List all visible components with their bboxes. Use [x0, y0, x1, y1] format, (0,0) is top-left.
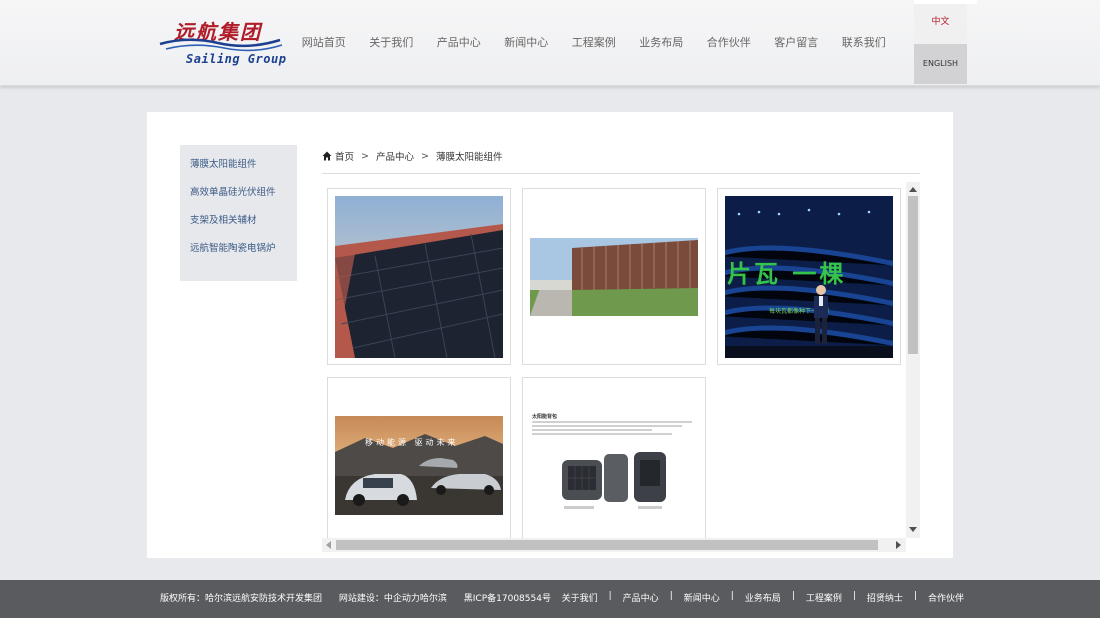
icp-text[interactable]: 黑ICP备17008554号: [464, 594, 551, 604]
scroll-up-arrow-icon[interactable]: [909, 187, 917, 192]
nav-about[interactable]: 关于我们: [358, 33, 426, 53]
footer-separator: |: [913, 591, 917, 601]
footer-separator: |: [791, 591, 795, 601]
breadcrumb-current: 薄膜太阳能组件: [435, 152, 503, 163]
product-image-electric-cars: 移动能源 驱动未来: [335, 416, 503, 515]
home-icon: [322, 151, 332, 161]
footer-link-products[interactable]: 产品中心: [623, 591, 659, 604]
breadcrumb-separator: >: [421, 150, 429, 162]
sidebar-item-brackets[interactable]: 支架及相关辅材: [180, 211, 297, 239]
lang-chinese-button[interactable]: 中文: [914, 4, 967, 44]
nav-partners[interactable]: 合作伙伴: [695, 33, 763, 53]
footer-link-cases[interactable]: 工程案例: [806, 591, 842, 604]
site-builder-text: 网站建设：中企动力哈尔滨: [338, 594, 447, 604]
product-card[interactable]: 移动能源 驱动未来: [327, 377, 511, 538]
nav-cases[interactable]: 工程案例: [560, 33, 628, 53]
product-image-launch-event: 片瓦 一棵 每块瓦都像种下一棵树: [725, 196, 893, 358]
product-grid: 片瓦 一棵 每块瓦都像种下一棵树 移动能源 驱动未来 太阳能背包: [322, 182, 920, 538]
logo-en-text: Sailing Group: [186, 52, 287, 66]
breadcrumb-products[interactable]: 产品中心: [376, 149, 414, 163]
product-image-solar-backpack: 太阳能背包: [530, 412, 698, 520]
nav-messages[interactable]: 客户留言: [763, 33, 831, 53]
horizontal-scrollbar[interactable]: [322, 538, 906, 552]
breadcrumb: 首页 > 产品中心 > 薄膜太阳能组件: [322, 148, 502, 164]
logo-wave-icon: [159, 38, 283, 52]
sidebar-item-thin-film[interactable]: 薄膜太阳能组件: [180, 155, 297, 183]
breadcrumb-separator: >: [361, 150, 369, 162]
footer-link-about[interactable]: 关于我们: [562, 591, 598, 604]
backpack-pair-icon: [562, 452, 666, 509]
product-card[interactable]: 太阳能背包: [522, 377, 706, 538]
product-card[interactable]: [327, 188, 511, 365]
scroll-right-arrow-icon[interactable]: [896, 541, 901, 549]
vertical-scrollbar[interactable]: [906, 182, 920, 538]
nav-business[interactable]: 业务布局: [628, 33, 696, 53]
nav-home[interactable]: 网站首页: [290, 33, 358, 53]
product-category-sidebar: 薄膜太阳能组件 高效单晶硅光伏组件 支架及相关辅材 远航智能陶瓷电锅炉: [180, 145, 297, 281]
sidebar-item-mono-pv[interactable]: 高效单晶硅光伏组件: [180, 183, 297, 211]
product-image-building: [530, 238, 698, 316]
horizontal-scroll-thumb[interactable]: [336, 540, 878, 550]
nav-products[interactable]: 产品中心: [425, 33, 493, 53]
car-slogan-text: 移动能源 驱动未来: [365, 438, 459, 447]
scroll-down-arrow-icon[interactable]: [909, 527, 917, 532]
scroll-left-arrow-icon[interactable]: [326, 541, 331, 549]
footer-link-partners[interactable]: 合作伙伴: [928, 591, 964, 604]
sidebar-item-boiler[interactable]: 远航智能陶瓷电锅炉: [180, 239, 297, 267]
footer-links: 关于我们 | 产品中心 | 新闻中心 | 业务布局 | 工程案例 | 招贤纳士 …: [562, 591, 964, 604]
main-nav: 网站首页 关于我们 产品中心 新闻中心 工程案例 业务布局 合作伙伴 客户留言 …: [290, 33, 898, 53]
presenter-figure-icon: [814, 285, 828, 344]
footer-separator: |: [608, 591, 612, 601]
product-image-rooftop-solar: [335, 196, 503, 358]
footer-separator: |: [669, 591, 673, 601]
product-card[interactable]: [522, 188, 706, 365]
vertical-scroll-thumb[interactable]: [908, 196, 918, 354]
language-switcher: 中文 ENGLISH: [914, 4, 967, 84]
footer-separator: |: [730, 591, 734, 601]
footer-copyright: 版权所有：哈尔滨远航安防技术开发集团 网站建设：中企动力哈尔滨 黑ICP备170…: [160, 591, 565, 604]
site-footer: 版权所有：哈尔滨远航安防技术开发集团 网站建设：中企动力哈尔滨 黑ICP备170…: [0, 580, 1100, 618]
copyright-text: 版权所有：哈尔滨远航安防技术开发集团: [160, 594, 323, 604]
footer-link-careers[interactable]: 招贤纳士: [867, 591, 903, 604]
footer-link-news[interactable]: 新闻中心: [684, 591, 720, 604]
backpack-title-text: 太阳能背包: [532, 414, 558, 420]
nav-news[interactable]: 新闻中心: [493, 33, 561, 53]
footer-link-business[interactable]: 业务布局: [745, 591, 781, 604]
breadcrumb-divider: [322, 173, 920, 174]
company-logo[interactable]: 远航集团 Sailing Group: [158, 14, 288, 74]
product-card[interactable]: 片瓦 一棵 每块瓦都像种下一棵树: [717, 188, 901, 365]
nav-contact[interactable]: 联系我们: [830, 33, 898, 53]
footer-separator: |: [852, 591, 856, 601]
lang-english-button[interactable]: ENGLISH: [914, 44, 967, 84]
breadcrumb-home[interactable]: 首页: [335, 149, 354, 163]
